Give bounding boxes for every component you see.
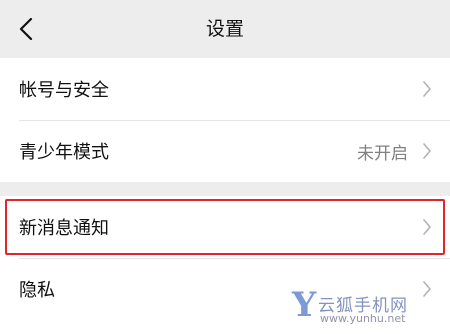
page-title: 设置 (205, 18, 244, 40)
chevron-right-icon (423, 81, 431, 97)
teen-mode-status: 未开启 (357, 143, 408, 164)
settings-group-account: 帐号与安全 青少年模式 未开启 (0, 58, 450, 182)
watermark: Y 云狐手机网 www.yunhu.net (292, 288, 442, 328)
account-security-item[interactable]: 帐号与安全 (0, 58, 450, 120)
settings-screen: 设置 帐号与安全 青少年模式 未开启 新消息通知 隐私 Y 云狐手机网 www.… (0, 0, 450, 334)
privacy-label: 隐私 (19, 280, 55, 301)
teen-mode-item[interactable]: 青少年模式 未开启 (0, 120, 450, 182)
watermark-url: www.yunhu.net (320, 312, 406, 325)
chevron-right-icon (423, 219, 431, 235)
new-message-notification-label: 新消息通知 (19, 218, 109, 239)
watermark-logo-letter: Y (292, 285, 317, 325)
account-security-label: 帐号与安全 (19, 80, 109, 101)
new-message-notification-item[interactable]: 新消息通知 (0, 196, 450, 258)
nav-bar: 设置 (0, 0, 450, 58)
chevron-right-icon (423, 143, 431, 159)
teen-mode-label: 青少年模式 (19, 142, 109, 163)
